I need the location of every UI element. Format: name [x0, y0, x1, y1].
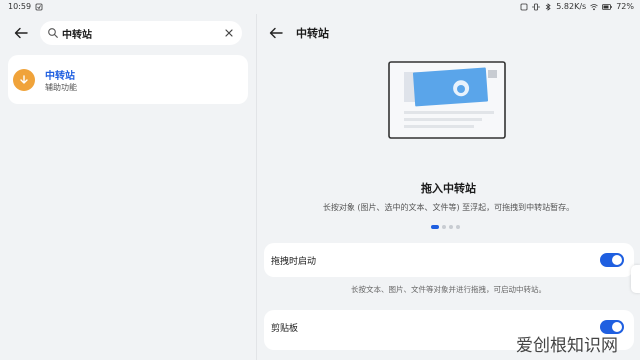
side-dock-handle[interactable]: [631, 265, 640, 293]
drag-start-toggle[interactable]: [600, 253, 624, 267]
result-title: 中转站: [45, 71, 75, 82]
page-dot-active[interactable]: [431, 225, 439, 229]
back-button[interactable]: [10, 22, 32, 44]
page-dot[interactable]: [449, 225, 453, 229]
clear-icon[interactable]: [222, 26, 236, 40]
search-icon: [48, 28, 58, 38]
status-left: 10:59: [8, 2, 43, 11]
search-pane: 中转站 辅助功能: [0, 14, 256, 360]
page-dot[interactable]: [442, 225, 446, 229]
bluetooth-icon: [546, 2, 551, 11]
wifi-icon: [590, 3, 598, 10]
battery-level: 72%: [616, 2, 634, 11]
arrow-left-icon: [269, 27, 283, 39]
notification-icon: [35, 3, 43, 10]
setting-label: 拖拽时启动: [271, 257, 317, 267]
setting-note: 长按文本、图片、文件等对象并进行拖拽，可启动中转站。: [351, 285, 546, 294]
feature-description: 长按对象 (图片、选中的文本、文件等) 至浮起，可拖拽到中转站暂存。: [322, 203, 575, 212]
status-time: 10:59: [8, 2, 32, 11]
watermark: 爱创根知识网: [516, 336, 618, 356]
status-bar: 10:59 5.82K/s 72%: [0, 0, 640, 14]
page-title: 中转站: [296, 27, 329, 40]
nfc-icon: [520, 3, 528, 10]
feature-title: 拖入中转站: [421, 182, 476, 195]
detail-back-button[interactable]: [265, 22, 287, 44]
search-box[interactable]: [40, 21, 242, 45]
transfer-station-icon: [13, 69, 35, 91]
drag-illustration: [388, 61, 506, 139]
vibrate-icon: [532, 3, 540, 10]
battery-icon: [602, 3, 612, 10]
search-result-item[interactable]: 中转站 辅助功能: [8, 55, 248, 104]
detail-pane: 中转站 拖入中转站 长按对象 (图片、选中的文本、文件等) 至浮起，可拖拽到中转…: [257, 14, 640, 360]
arrow-left-icon: [14, 27, 28, 39]
result-subtitle: 辅助功能: [45, 83, 77, 92]
toggle-knob: [612, 255, 622, 265]
setting-label: 剪贴板: [271, 324, 299, 334]
page-dot[interactable]: [456, 225, 460, 229]
status-right: 5.82K/s 72%: [520, 2, 634, 11]
page-indicator: [431, 225, 460, 229]
search-input[interactable]: [62, 24, 212, 42]
setting-drag-start[interactable]: 拖拽时启动: [264, 243, 634, 277]
network-speed: 5.82K/s: [556, 2, 587, 11]
